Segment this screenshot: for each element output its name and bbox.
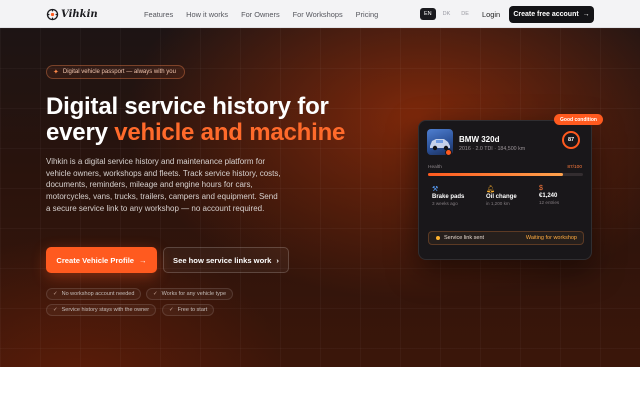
create-vehicle-profile-label: Create Vehicle Profile <box>56 255 135 265</box>
chevron-right-icon: › <box>276 255 279 265</box>
service-link-status: Service link sent Waiting for workshop <box>428 231 584 245</box>
nav-link-pricing[interactable]: Pricing <box>356 10 379 19</box>
stat-sub: 12 entries <box>539 200 560 205</box>
logo-icon <box>46 8 59 21</box>
hero-section: ✦ Digital vehicle passport — always with… <box>0 28 640 367</box>
condition-badge: Good condition <box>554 114 603 125</box>
hero-title-line1: Digital service history for <box>46 93 329 120</box>
stat-title: €1,240 <box>539 193 558 199</box>
create-account-button[interactable]: Create free account → <box>509 6 594 23</box>
nav-link-how-it-works[interactable]: How it works <box>186 10 228 19</box>
check-icon: ✓ <box>53 291 58 297</box>
health-bar-fill <box>428 173 563 176</box>
language-switcher: EN DK DE <box>420 8 473 20</box>
check-icon: ✓ <box>153 291 158 297</box>
language-en[interactable]: EN <box>420 8 436 20</box>
service-links-button[interactable]: See how service links work › <box>163 247 289 273</box>
nav-links: Features How it works For Owners For Wor… <box>144 10 391 19</box>
language-dk[interactable]: DK <box>439 8 455 20</box>
status-dot <box>436 236 440 240</box>
vehicle-details: 2016 · 2.0 TDI · 184,500 km <box>459 146 526 152</box>
check-item: ✓ No workshop account needed <box>46 288 142 300</box>
check-label: Service history stays with the owner <box>61 307 150 313</box>
service-link-state: Waiting for workshop <box>525 235 577 241</box>
hero-title-word-vehicle: vehicle <box>114 119 195 146</box>
stat-sub: in 1,200 km <box>486 201 510 206</box>
stat-title: Oil change <box>486 194 517 200</box>
create-vehicle-profile-button[interactable]: Create Vehicle Profile → <box>46 247 157 273</box>
check-icon: ✓ <box>169 307 174 313</box>
language-de[interactable]: DE <box>457 8 473 20</box>
service-link-label: Service link sent <box>444 235 485 241</box>
nav-link-features[interactable]: Features <box>144 10 173 19</box>
stat-title: Brake pads <box>432 194 465 200</box>
service-links-label: See how service links work <box>173 255 272 265</box>
vehicle-name: BMW 320d <box>459 135 500 144</box>
arrow-right-icon: → <box>582 11 590 18</box>
nav-link-for-owners[interactable]: For Owners <box>241 10 280 19</box>
vehicle-card: BMW 320d 2016 · 2.0 TDI · 184,500 km 87 … <box>418 120 592 260</box>
health-label: Health <box>428 165 442 170</box>
hero-pill-text: Digital vehicle passport — always with y… <box>62 69 176 75</box>
arrow-right-icon: → <box>139 255 147 265</box>
dollar-icon: $ <box>539 185 543 192</box>
health-bar <box>428 173 583 176</box>
check-label: Works for any vehicle type <box>161 291 227 297</box>
check-item: ✓ Works for any vehicle type <box>146 288 234 300</box>
bell-icon: 🔔︎ <box>486 186 495 193</box>
health-value: 87/100 <box>567 165 582 170</box>
login-link[interactable]: Login <box>482 10 500 19</box>
nav-link-for-workshops[interactable]: For Workshops <box>293 10 343 19</box>
stat-costs: $ €1,240 12 entries <box>539 185 589 205</box>
status-dot <box>445 149 452 156</box>
hero-title: Digital service history for every vehicl… <box>46 94 346 146</box>
top-navbar: Vihkin Features How it works For Owners … <box>0 0 640 28</box>
check-label: No workshop account needed <box>61 291 135 297</box>
logo[interactable]: Vihkin <box>46 8 98 21</box>
wrench-icon: ⚒ <box>432 186 439 193</box>
logo-text: Vihkin <box>61 9 98 20</box>
stat-brake-pads: ⚒ Brake pads 3 weeks ago <box>432 185 482 206</box>
hero-pill: ✦ Digital vehicle passport — always with… <box>46 65 185 79</box>
check-label: Free to start <box>177 307 208 313</box>
stat-sub: 3 weeks ago <box>432 201 458 206</box>
hero-title-word-every: every <box>46 119 108 146</box>
sparkle-icon: ✦ <box>53 69 59 76</box>
check-icon: ✓ <box>53 307 58 313</box>
hero-description: Vihkin is a digital service history and … <box>46 157 281 213</box>
hero-title-word-machine: machine <box>249 119 346 146</box>
health-score: 87 <box>562 131 580 149</box>
check-item: ✓ Free to start <box>162 304 215 316</box>
create-account-label: Create free account <box>513 11 579 18</box>
check-item: ✓ Service history stays with the owner <box>46 304 157 316</box>
stat-oil-change: 🔔︎ Oil change in 1,200 km <box>486 185 536 206</box>
hero-title-word-and: and <box>200 119 243 146</box>
